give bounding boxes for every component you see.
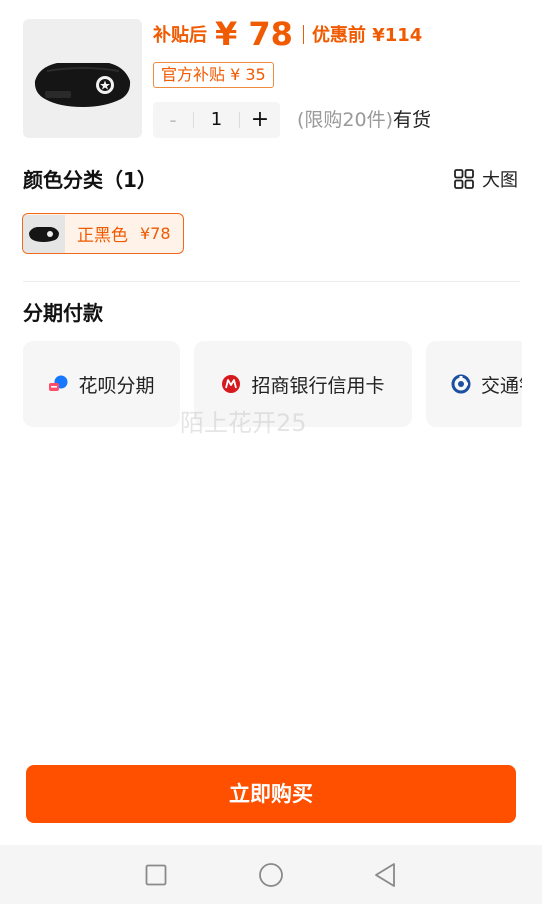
purchase-limit: (限购20件)有货 bbox=[297, 107, 431, 133]
purchase-limit-text: (限购20件) bbox=[297, 109, 394, 131]
product-thumbnail[interactable] bbox=[23, 19, 142, 138]
buy-now-button[interactable]: 立即购买 bbox=[26, 765, 516, 823]
price-row: 补贴后 ¥ 78 优惠前 ¥114 bbox=[153, 12, 422, 56]
variant-thumbnail bbox=[23, 214, 65, 253]
quantity-stepper: - 1 + bbox=[153, 102, 280, 138]
color-option-black[interactable]: 正黑色 ¥78 bbox=[22, 213, 184, 254]
variant-price: ¥78 bbox=[140, 224, 171, 243]
increase-quantity-button[interactable]: + bbox=[240, 102, 280, 138]
quantity-value[interactable]: 1 bbox=[194, 102, 239, 138]
waist-bag-icon bbox=[29, 226, 59, 242]
back-triangle-icon[interactable] bbox=[373, 862, 397, 888]
recents-square-icon[interactable] bbox=[145, 864, 167, 886]
official-subsidy-badge: 官方补贴 ¥ 35 bbox=[153, 62, 274, 88]
cmb-bank-icon bbox=[222, 375, 241, 393]
original-price: 优惠前 ¥114 bbox=[311, 25, 423, 46]
installment-option-label: 交通银行信用卡 bbox=[481, 374, 522, 397]
price-separator bbox=[302, 24, 304, 44]
installment-option-bocom[interactable]: 交通银行信用卡 bbox=[426, 341, 522, 427]
grid-icon bbox=[454, 169, 474, 189]
installment-section-title: 分期付款 bbox=[23, 301, 103, 325]
big-view-label: 大图 bbox=[482, 170, 518, 191]
stock-status: 有货 bbox=[393, 109, 432, 131]
watermark: 陌上花开25 bbox=[180, 409, 307, 437]
subsidy-price: ¥ 78 bbox=[215, 15, 293, 53]
huabei-icon bbox=[49, 375, 68, 391]
big-view-button[interactable]: 大图 bbox=[454, 166, 518, 192]
section-divider bbox=[23, 281, 520, 282]
system-nav-bar bbox=[0, 845, 542, 904]
home-circle-icon[interactable] bbox=[258, 862, 284, 888]
variant-name: 正黑色 bbox=[77, 226, 128, 246]
installment-option-huabei[interactable]: 花呗分期 bbox=[23, 341, 180, 427]
subsidy-price-label: 补贴后 bbox=[153, 25, 207, 46]
installment-option-label: 招商银行信用卡 bbox=[251, 374, 385, 397]
color-section-title: 颜色分类（1） bbox=[23, 168, 157, 192]
bocom-bank-icon bbox=[451, 374, 471, 394]
waist-bag-icon bbox=[34, 63, 131, 107]
installment-option-label: 花呗分期 bbox=[78, 374, 155, 397]
decrease-quantity-button[interactable]: - bbox=[153, 102, 193, 138]
